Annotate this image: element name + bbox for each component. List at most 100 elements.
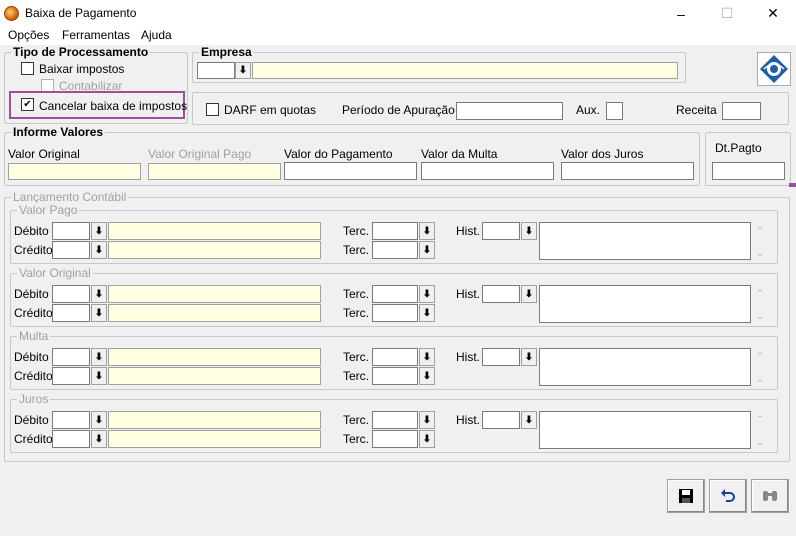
debito-lookup-button[interactable]: ⬇ [91, 348, 107, 366]
menu-opcoes[interactable]: Opções [8, 28, 49, 42]
credito-account-input[interactable] [52, 304, 90, 322]
credito-account-input[interactable] [52, 367, 90, 385]
debito-lookup-button[interactable]: ⬇ [91, 222, 107, 240]
close-button[interactable]: ✕ [750, 0, 796, 27]
hist-lookup-button[interactable]: ⬇ [521, 222, 537, 240]
credito-label: Crédito [14, 432, 53, 446]
terc-lookup-button[interactable]: ⬇ [419, 411, 435, 429]
valor-juros-input[interactable] [561, 162, 694, 180]
terc-lookup-button[interactable]: ⬇ [419, 241, 435, 259]
undo-button[interactable] [709, 479, 747, 513]
debito-label: Débito [14, 413, 49, 427]
terc-lookup-button[interactable]: ⬇ [419, 348, 435, 366]
minimize-button[interactable]: – [658, 0, 704, 27]
hist-code-input[interactable] [482, 348, 520, 366]
hist-code-input[interactable] [482, 222, 520, 240]
menu-ferramentas[interactable]: Ferramentas [62, 28, 130, 42]
hist-lookup-button[interactable]: ⬇ [521, 348, 537, 366]
receita-input[interactable] [722, 102, 761, 120]
scroll-up-icon: ⌃ [756, 225, 764, 235]
hist-label: Hist. [456, 350, 480, 364]
hist-scrollbar[interactable]: ⌃ ⌄ [753, 414, 767, 448]
save-button[interactable] [667, 479, 705, 513]
credito-lookup-button[interactable]: ⬇ [91, 241, 107, 259]
credito-label: Crédito [14, 243, 53, 257]
hist-text-area[interactable] [539, 411, 751, 449]
hist-scrollbar[interactable]: ⌃ ⌄ [753, 225, 767, 259]
logo-icon [760, 55, 788, 83]
credito-account-input[interactable] [52, 430, 90, 448]
hist-lookup-button[interactable]: ⬇ [521, 411, 537, 429]
down-arrow-icon: ⬇ [422, 414, 432, 426]
aux-label: Aux. [576, 103, 601, 117]
debito-account-input[interactable] [52, 348, 90, 366]
hist-text-area[interactable] [539, 285, 751, 323]
credito-lookup-button[interactable]: ⬇ [91, 367, 107, 385]
terc-label: Terc. [343, 369, 370, 383]
down-arrow-icon: ⬇ [238, 65, 248, 76]
credito-description-field [108, 241, 321, 259]
hist-code-input[interactable] [482, 285, 520, 303]
terc-input[interactable] [372, 222, 418, 240]
hist-text-area[interactable] [539, 348, 751, 386]
terc-input[interactable] [372, 241, 418, 259]
down-arrow-icon: ⬇ [94, 225, 104, 237]
hist-code-input[interactable] [482, 411, 520, 429]
lanc-subgroup-title: Multa [17, 329, 51, 343]
terc-input[interactable] [372, 285, 418, 303]
terc-input[interactable] [372, 367, 418, 385]
baixar-impostos-label: Baixar impostos [39, 62, 125, 76]
terc-lookup-button[interactable]: ⬇ [419, 304, 435, 322]
window-title: Baixa de Pagamento [25, 6, 137, 20]
terc-lookup-button[interactable]: ⬇ [419, 430, 435, 448]
credito-lookup-button[interactable]: ⬇ [91, 430, 107, 448]
down-arrow-icon: ⬇ [94, 307, 104, 319]
debito-lookup-button[interactable]: ⬇ [91, 285, 107, 303]
debito-account-input[interactable] [52, 285, 90, 303]
terc-label: Terc. [343, 306, 370, 320]
cancelar-baixa-checkbox[interactable]: ✔ [21, 98, 34, 111]
scroll-up-icon: ⌃ [756, 414, 764, 424]
hist-scrollbar[interactable]: ⌃ ⌄ [753, 351, 767, 385]
maximize-button[interactable]: ☐ [704, 0, 750, 27]
menu-ajuda[interactable]: Ajuda [141, 28, 172, 42]
hist-text-area[interactable] [539, 222, 751, 260]
debito-account-input[interactable] [52, 222, 90, 240]
terc-label: Terc. [343, 413, 370, 427]
scroll-down-icon: ⌄ [756, 311, 764, 321]
credito-account-input[interactable] [52, 241, 90, 259]
scroll-up-icon: ⌃ [756, 288, 764, 298]
valor-pagamento-input[interactable] [284, 162, 417, 180]
terc-input[interactable] [372, 430, 418, 448]
terc-input[interactable] [372, 348, 418, 366]
down-arrow-icon: ⬇ [524, 225, 534, 237]
periodo-apuracao-input[interactable] [456, 102, 563, 120]
aux-input[interactable] [606, 102, 623, 120]
debito-lookup-button[interactable]: ⬇ [91, 411, 107, 429]
darf-quotas-checkbox[interactable] [206, 103, 219, 116]
debito-account-input[interactable] [52, 411, 90, 429]
terc-label: Terc. [343, 224, 370, 238]
terc-lookup-button[interactable]: ⬇ [419, 367, 435, 385]
down-arrow-icon: ⬇ [422, 351, 432, 363]
scroll-up-icon: ⌃ [756, 351, 764, 361]
terc-lookup-button[interactable]: ⬇ [419, 222, 435, 240]
terc-input[interactable] [372, 411, 418, 429]
search-button[interactable] [751, 479, 789, 513]
debito-label: Débito [14, 287, 49, 301]
credito-lookup-button[interactable]: ⬇ [91, 304, 107, 322]
empresa-code-input[interactable] [197, 62, 235, 79]
hist-lookup-button[interactable]: ⬇ [521, 285, 537, 303]
valor-multa-input[interactable] [421, 162, 554, 180]
baixar-impostos-checkbox[interactable] [21, 62, 34, 75]
debito-description-field [108, 285, 321, 303]
check-icon: ✔ [23, 98, 32, 110]
down-arrow-icon: ⬇ [422, 307, 432, 319]
dtpagto-input[interactable] [712, 162, 785, 180]
hist-scrollbar[interactable]: ⌃ ⌄ [753, 288, 767, 322]
company-logo [757, 52, 791, 86]
empresa-lookup-button[interactable]: ⬇ [235, 62, 251, 79]
terc-lookup-button[interactable]: ⬇ [419, 285, 435, 303]
down-arrow-icon: ⬇ [422, 225, 432, 237]
terc-input[interactable] [372, 304, 418, 322]
